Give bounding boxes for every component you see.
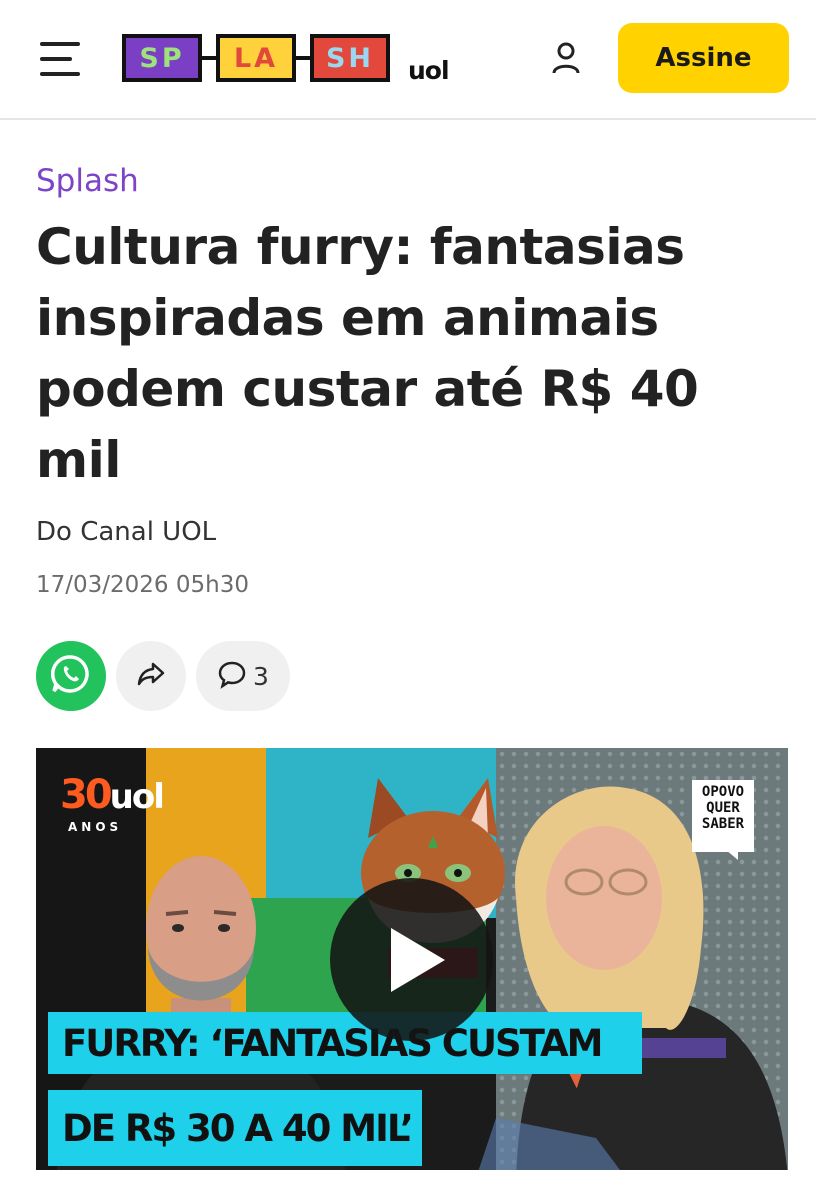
article-author: Do Canal UOL	[36, 517, 217, 547]
logo-block-la: LA	[216, 34, 296, 82]
whatsapp-icon	[48, 651, 94, 701]
share-icon	[136, 661, 166, 691]
play-icon	[390, 927, 445, 992]
uol-30-anos-logo: 30uol ANOS	[60, 772, 165, 834]
comment-icon	[217, 659, 247, 693]
video-caption-line-1: FURRY: ‘FANTASIAS CUSTAM	[48, 1012, 642, 1074]
opovo-quer-saber-logo: OPOVO QUER SABER	[692, 780, 754, 852]
logo-block-sp: SP	[122, 34, 202, 82]
share-actions: 3	[36, 641, 290, 711]
play-button[interactable]	[330, 878, 493, 1041]
video-player[interactable]: 30uol ANOS OPOVO QUER SABER FURRY: ‘FANT…	[36, 748, 788, 1170]
uol-logo[interactable]: uol	[408, 56, 450, 85]
comments-button[interactable]: 3	[196, 641, 290, 711]
top-bar: SP LA SH uol Assine	[0, 0, 816, 120]
section-link[interactable]: Splash	[36, 163, 139, 199]
show-logo-line: OPOVO	[701, 784, 745, 800]
brand-name: uol	[109, 777, 165, 817]
article-date: 17/03/2026 05h30	[36, 572, 249, 598]
user-icon[interactable]	[548, 40, 584, 76]
whatsapp-share-button[interactable]	[36, 641, 106, 711]
article-headline: Cultura furry: fantasias inspiradas em a…	[36, 218, 699, 489]
share-button[interactable]	[116, 641, 186, 711]
show-logo-line: SABER	[701, 816, 745, 832]
hamburger-icon[interactable]	[38, 38, 84, 80]
show-logo-line: QUER	[706, 800, 740, 816]
splash-logo[interactable]: SP LA SH	[122, 34, 390, 82]
subscribe-button[interactable]: Assine	[618, 23, 789, 93]
brand-number: 30	[60, 772, 113, 818]
logo-block-sh: SH	[310, 34, 390, 82]
video-caption-line-2: DE R$ 30 A 40 MIL’	[48, 1090, 422, 1166]
brand-sub: ANOS	[68, 820, 123, 834]
comment-count: 3	[253, 661, 269, 691]
